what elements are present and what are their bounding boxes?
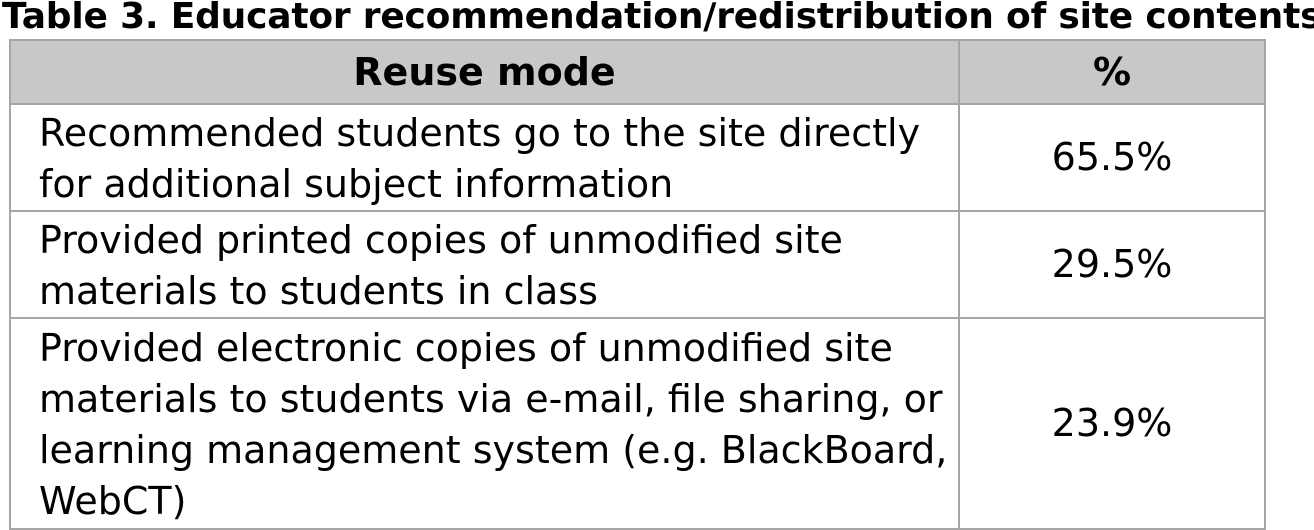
header-row: Reuse mode % [9,39,1266,105]
table-row: Recommended students go to the site dire… [9,103,1266,212]
table-row: Provided printed copies of unmodified si… [9,210,1266,319]
table-row: Provided electronic copies of unmodified… [9,317,1266,530]
reuse-mode-cell: Provided printed copies of unmodified si… [9,210,960,319]
column-header-reuse-mode: Reuse mode [9,39,960,105]
reuse-mode-table: Reuse mode % Recommended students go to … [9,39,1266,530]
reuse-mode-cell: Provided electronic copies of unmodified… [9,317,960,530]
table-title: Table 3. Educator recommendation/redistr… [2,0,1314,37]
reuse-mode-cell: Recommended students go to the site dire… [9,103,960,212]
percent-cell: 65.5% [958,103,1266,212]
percent-cell: 23.9% [958,317,1266,530]
percent-cell: 29.5% [958,210,1266,319]
column-header-percent: % [958,39,1266,105]
